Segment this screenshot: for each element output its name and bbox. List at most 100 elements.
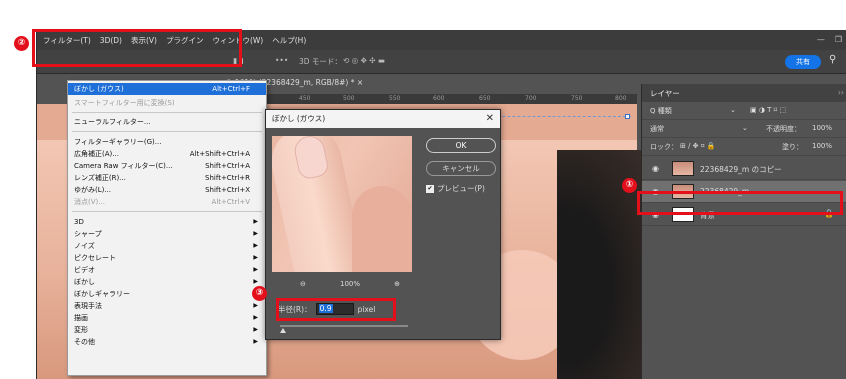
menu-item-stylize[interactable]: 表現手法 ▶	[68, 300, 266, 312]
ruler-tick: 550	[389, 95, 401, 102]
collapse-icon[interactable]: ››	[838, 88, 844, 97]
fill-value[interactable]: 100%	[812, 142, 832, 150]
menu-item-shortcut: Shift+Ctrl+A	[205, 162, 250, 170]
menu-item-label: ニューラルフィルター...	[74, 118, 151, 126]
menu-item-shortcut: Alt+Ctrl+V	[211, 198, 250, 206]
menu-item-label: 表現手法	[74, 302, 102, 310]
menu-item-distort[interactable]: 変形 ▶	[68, 324, 266, 336]
menu-item-shortcut: Shift+Ctrl+R	[205, 174, 250, 182]
zoom-in-icon[interactable]: ⊕	[394, 280, 400, 292]
menu-help[interactable]: ヘルプ(H)	[272, 35, 306, 46]
menu-item-3d[interactable]: 3D ▶	[68, 216, 266, 228]
cancel-button[interactable]: キャンセル	[426, 161, 496, 176]
minimize-icon[interactable]: —	[817, 35, 825, 44]
3d-mode-label: 3D モード：	[299, 57, 342, 66]
menu-item-other[interactable]: その他 ▶	[68, 336, 266, 348]
menu-item-label: ノイズ	[74, 242, 95, 250]
menu-item-label: 変形	[74, 326, 88, 334]
menu-item-label: ぼかしギャラリー	[74, 290, 130, 298]
lock-label: ロック：	[650, 143, 678, 151]
annotation-box-radius	[276, 298, 396, 321]
submenu-arrow-icon: ▶	[253, 302, 258, 309]
zoom-out-icon[interactable]: ⊖	[300, 280, 306, 292]
blend-mode-select[interactable]: 通常	[650, 124, 664, 134]
share-button[interactable]: 共有	[785, 55, 821, 69]
menu-item-label: 3D	[74, 218, 84, 226]
annotation-box-menu	[32, 29, 242, 67]
menu-item-shortcut: Shift+Ctrl+X	[205, 186, 250, 194]
checkmark-icon[interactable]: ✔	[426, 184, 434, 193]
menu-item-vanishing-point[interactable]: 消点(V)... Alt+Ctrl+V	[68, 196, 266, 208]
ruler-tick: 750	[571, 95, 583, 102]
menu-item-label: 描画	[74, 314, 88, 322]
dialog-title[interactable]: ぼかし (ガウス)	[266, 110, 500, 128]
menu-item-filter-gallery[interactable]: フィルターギャラリー(G)...	[68, 136, 266, 148]
menu-item-label: 消点(V)...	[74, 198, 105, 206]
menu-item-camera-raw[interactable]: Camera Raw フィルター(C)... Shift+Ctrl+A	[68, 160, 266, 172]
menu-separator	[72, 211, 262, 212]
menu-item-label: フィルターギャラリー(G)...	[74, 138, 162, 146]
submenu-arrow-icon: ▶	[253, 266, 258, 273]
menu-item-convert-smart-filter[interactable]: スマートフィルター用に変換(S)	[68, 97, 266, 109]
menu-item-video[interactable]: ビデオ ▶	[68, 264, 266, 276]
menu-item-label: ピクセレート	[74, 254, 116, 262]
ruler-tick: 500	[343, 95, 355, 102]
3d-tools-icon[interactable]: ⟲ ◎ ✥ ✣ ▬	[343, 56, 385, 65]
blur-preview[interactable]	[272, 136, 412, 272]
layer-name: 22368429_m のコピー	[700, 165, 782, 174]
menu-separator	[72, 112, 262, 113]
filter-row: Q 種類 ⌄ ▣ ◑ T ⌑ ⬚	[642, 102, 846, 120]
radius-slider-knob[interactable]	[280, 328, 286, 333]
menu-item-render[interactable]: 描画 ▶	[68, 312, 266, 324]
menu-item-sharpen[interactable]: シャープ ▶	[68, 228, 266, 240]
ruler-tick: 650	[479, 95, 491, 102]
submenu-arrow-icon: ▶	[253, 326, 258, 333]
horizontal-ruler: 400 450 500 550 600 650 700 750 800	[237, 94, 637, 104]
menu-item-pixelate[interactable]: ピクセレート ▶	[68, 252, 266, 264]
lock-icons[interactable]: ⊞ ∕ ✥ ⌗ 🔒	[680, 142, 716, 151]
menu-item-label: ビデオ	[74, 266, 95, 274]
menu-item-label: スマートフィルター用に変換(S)	[74, 99, 175, 107]
radius-slider-track[interactable]	[280, 325, 408, 327]
more-icon[interactable]: •••	[275, 56, 288, 65]
ruler-tick: 450	[299, 95, 311, 102]
chevron-down-icon[interactable]: ⌄	[730, 106, 736, 114]
submenu-arrow-icon: ▶	[253, 338, 258, 345]
opacity-label: 不透明度：	[766, 125, 801, 133]
preview-checkbox[interactable]: ✔ プレビュー(P)	[426, 183, 485, 194]
submenu-arrow-icon: ▶	[253, 314, 258, 321]
menu-item-adaptive-wide-angle[interactable]: 広角補正(A)... Alt+Shift+Ctrl+A	[68, 148, 266, 160]
close-icon[interactable]: ✕	[486, 113, 494, 124]
eye-icon[interactable]: ◉	[652, 164, 659, 173]
kind-filter[interactable]: Q 種類	[650, 106, 672, 116]
submenu-arrow-icon: ▶	[253, 254, 258, 261]
ok-button[interactable]: OK	[426, 138, 496, 153]
submenu-arrow-icon: ▶	[253, 218, 258, 225]
menu-item-blur[interactable]: ぼかし ▶	[68, 276, 266, 288]
filter-icons[interactable]: ▣ ◑ T ⌑ ⬚	[750, 106, 786, 114]
menu-item-noise[interactable]: ノイズ ▶	[68, 240, 266, 252]
lock-row: ロック： ⊞ ∕ ✥ ⌗ 🔒 塗り： 100%	[642, 138, 846, 156]
menu-item-neural-filters[interactable]: ニューラルフィルター...	[68, 116, 266, 128]
menu-item-gaussian-blur[interactable]: ぼかし (ガウス) Alt+Ctrl+F	[68, 83, 266, 95]
menu-separator	[72, 131, 262, 132]
annotation-box-layer	[637, 191, 843, 215]
menu-item-lens-correction[interactable]: レンズ補正(R)... Shift+Ctrl+R	[68, 172, 266, 184]
window-controls: — ❐	[817, 35, 842, 44]
search-icon[interactable]: ⚲	[829, 54, 841, 68]
ruler-tick: 600	[433, 95, 445, 102]
menu-item-label: Camera Raw フィルター(C)...	[74, 162, 173, 170]
menu-item-liquify[interactable]: ゆがみ(L)... Shift+Ctrl+X	[68, 184, 266, 196]
tab-layers[interactable]: レイヤー	[650, 88, 680, 99]
chevron-down-icon[interactable]: ⌄	[742, 124, 748, 132]
annotation-marker: ①	[622, 178, 637, 193]
opacity-value[interactable]: 100%	[812, 124, 832, 132]
menu-item-blur-gallery[interactable]: ぼかしギャラリー▶	[68, 288, 266, 300]
transform-handle[interactable]	[625, 114, 630, 119]
menu-item-shortcut: Alt+Shift+Ctrl+A	[189, 150, 250, 158]
annotation-marker: ②	[14, 36, 29, 51]
layer-row[interactable]: ◉ 22368429_m のコピー	[642, 158, 846, 180]
filter-dropdown-menu: ぼかし (ガウス) Alt+Ctrl+F スマートフィルター用に変換(S) ニュ…	[67, 80, 267, 376]
restore-icon[interactable]: ❐	[835, 35, 842, 44]
submenu-arrow-icon: ▶	[253, 230, 258, 237]
